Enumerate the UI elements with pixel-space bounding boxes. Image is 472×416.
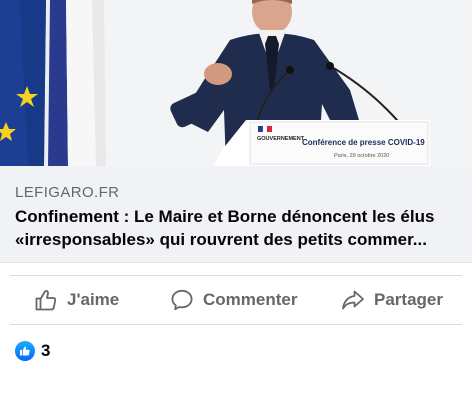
comment-button[interactable]: Commenter <box>170 276 297 324</box>
link-headline-line-1: Confinement : Le Maire et Borne dénoncen… <box>15 207 435 226</box>
podium-subtitle: Paris, 29 octobre 2020 <box>334 153 389 159</box>
reactions-summary[interactable]: 3 <box>15 339 50 363</box>
action-bar-divider-bottom <box>10 324 462 325</box>
press-conference-photo: GOUVERNEMENT Conférence de presse COVID-… <box>0 0 472 166</box>
comment-bubble-icon <box>170 288 194 312</box>
thumbs-up-icon <box>34 288 58 312</box>
reaction-count: 3 <box>41 341 51 360</box>
like-button[interactable]: J'aime <box>34 276 119 324</box>
like-reaction-icon <box>15 341 35 361</box>
post-action-bar: J'aime Commenter Partager <box>0 276 472 324</box>
podium-title: Conférence de presse COVID-19 <box>302 138 425 147</box>
link-headline-line-2: «irresponsables» qui rouvrent des petits… <box>15 230 427 249</box>
share-label: Partager <box>374 290 443 309</box>
link-headline: Confinement : Le Maire et Borne dénoncen… <box>15 205 460 251</box>
podium: GOUVERNEMENT Conférence de presse COVID-… <box>214 120 430 166</box>
link-preview[interactable]: LEFIGARO.FR Confinement : Le Maire et Bo… <box>0 166 472 263</box>
podium-brand: GOUVERNEMENT <box>257 136 305 142</box>
eu-flag <box>0 0 46 166</box>
link-domain: LEFIGARO.FR <box>15 184 120 201</box>
french-flag <box>48 0 106 166</box>
share-arrow-icon <box>341 288 365 312</box>
comment-label: Commenter <box>203 290 298 309</box>
like-label: J'aime <box>67 290 120 309</box>
share-button[interactable]: Partager <box>341 276 443 324</box>
post-image[interactable]: GOUVERNEMENT Conférence de presse COVID-… <box>0 0 472 166</box>
